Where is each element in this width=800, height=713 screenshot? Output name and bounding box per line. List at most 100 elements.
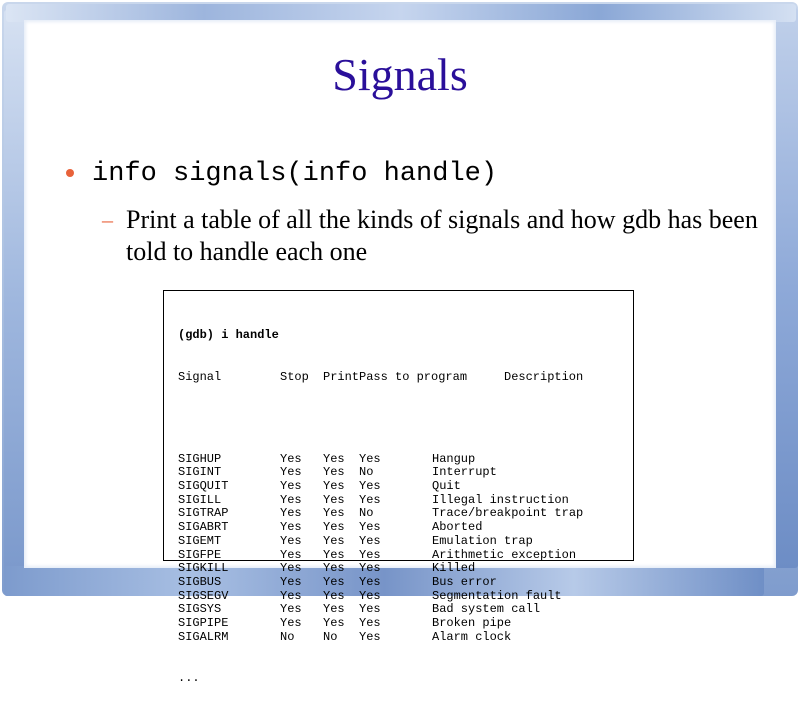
cell-description: Segmentation fault	[432, 588, 562, 603]
table-row: SIGSYS Yes Yes Yes Bad system call	[178, 603, 583, 617]
cell-stop: Yes	[280, 602, 302, 617]
cell-signal: SIGABRT	[178, 520, 229, 535]
cell-print: Yes	[323, 574, 345, 589]
slide-title: Signals	[332, 49, 468, 100]
cell-print: Yes	[323, 479, 345, 494]
cell-pass: Yes	[359, 479, 381, 494]
bullet-dot-icon	[66, 169, 74, 177]
cell-description: Emulation trap	[432, 533, 533, 548]
table-row: SIGKILL Yes Yes Yes Killed	[178, 561, 583, 576]
table-row: SIGPIPE Yes Yes Yes Broken pipe	[178, 615, 583, 631]
cell-pass: Yes	[359, 492, 381, 507]
cell-print: Yes	[323, 506, 345, 521]
cell-signal: SIGHUP	[178, 451, 222, 466]
cell-stop: Yes	[280, 561, 302, 576]
table-row: SIGILL Yes Yes Yes Illegal instruction	[178, 492, 583, 508]
cell-signal: SIGSYS	[178, 602, 222, 617]
table-header: Signal Stop PrintPass to program Descriptio…	[178, 369, 584, 385]
cell-print: Yes	[323, 520, 345, 535]
cell-pass: Yes	[359, 629, 381, 644]
cell-description: Killed	[432, 561, 476, 576]
cell-stop: Yes	[280, 547, 302, 562]
cell-stop: Yes	[280, 615, 302, 630]
cell-print: Yes	[323, 547, 345, 562]
cell-pass: Yes	[359, 615, 381, 630]
cell-pass: Yes	[359, 547, 381, 562]
cell-signal: SIGINT	[178, 465, 222, 480]
table-row: SIGFPE Yes Yes Yes Arithmetic exception	[178, 547, 583, 563]
cell-pass: Yes	[359, 588, 381, 603]
cell-pass: Yes	[359, 602, 381, 617]
cell-pass: No	[359, 465, 374, 480]
cell-stop: Yes	[280, 492, 302, 507]
cell-signal: SIGBUS	[178, 574, 222, 589]
cell-signal: SIGFPE	[178, 547, 222, 562]
cell-signal: SIGILL	[178, 492, 222, 507]
table-row: SIGSEGV Yes Yes Yes Segmentation fault	[178, 588, 583, 604]
table-row: SIGINT Yes Yes No Interrupt	[178, 466, 583, 480]
cell-stop: Yes	[280, 465, 302, 480]
header-description: Description	[504, 369, 584, 384]
cell-pass: No	[359, 506, 374, 521]
cell-print: Yes	[323, 492, 345, 507]
cell-description: Aborted	[432, 520, 483, 535]
cell-stop: Yes	[280, 451, 302, 466]
code-block: (gdb) i handle Signal Stop PrintPass to pr…	[178, 302, 583, 713]
table-row: SIGEMT Yes Yes Yes Emulation trap	[178, 533, 583, 549]
cell-stop: Yes	[280, 506, 302, 521]
cell-description: Trace/breakpoint trap	[432, 506, 584, 521]
cell-stop: Yes	[280, 588, 302, 603]
header-pass: Pass to program	[359, 369, 468, 384]
cell-signal: SIGQUIT	[178, 479, 229, 494]
cell-description: Quit	[432, 479, 461, 494]
cell-description: Alarm clock	[432, 629, 512, 644]
cell-print: Yes	[323, 533, 345, 548]
cell-description: Arithmetic exception	[432, 547, 577, 562]
table-row: SIGABRT Yes Yes Yes Aborted	[178, 520, 583, 535]
cell-pass: Yes	[359, 520, 381, 535]
cell-description: Broken pipe	[432, 615, 512, 630]
cell-print: Yes	[323, 465, 345, 480]
gdb-command: (gdb) i handle	[178, 328, 279, 343]
cell-print: Yes	[323, 588, 345, 603]
table-row: SIGTRAP Yes Yes No Trace/breakpoint trap	[178, 507, 583, 521]
cell-print: Yes	[323, 561, 345, 576]
cell-description: Interrupt	[432, 465, 497, 480]
cell-print: No	[323, 629, 338, 644]
cell-pass: Yes	[359, 451, 381, 466]
cell-signal: SIGEMT	[178, 533, 222, 548]
cell-signal: SIGALRM	[178, 629, 229, 644]
header-stop: Stop	[280, 369, 309, 384]
cell-signal: SIGSEGV	[178, 588, 229, 603]
code-box: (gdb) i handle Signal Stop PrintPass to pr…	[163, 290, 634, 684]
cell-print: Yes	[323, 615, 345, 630]
signal-rows: SIGHUP Yes Yes Yes Hangup SIGINT Yes Yes No Inter…	[178, 451, 583, 645]
cell-print: Yes	[323, 602, 345, 617]
table-row: SIGHUP Yes Yes Yes Hangup	[178, 451, 583, 467]
cell-stop: Yes	[280, 533, 302, 548]
cell-print: Yes	[323, 451, 345, 466]
table-row: SIGBUS Yes Yes Yes Bus error	[178, 574, 583, 590]
cell-signal: SIGPIPE	[178, 615, 229, 630]
header-signal: Signal	[178, 369, 222, 384]
cell-pass: Yes	[359, 533, 381, 548]
table-row: SIGQUIT Yes Yes Yes Quit	[178, 479, 583, 494]
cell-description: Bad system call	[432, 602, 541, 617]
cell-description: Hangup	[432, 451, 476, 466]
cell-description: Illegal instruction	[432, 492, 569, 507]
cell-stop: Yes	[280, 574, 302, 589]
cell-signal: SIGTRAP	[178, 506, 229, 521]
sub-bullet-text: Print a table of all the kinds of signal…	[126, 205, 758, 266]
cell-stop: No	[280, 629, 295, 644]
cell-stop: Yes	[280, 520, 302, 535]
table-row: SIGALRM No No Yes Alarm clock	[178, 629, 583, 645]
cell-description: Bus error	[432, 574, 497, 589]
dash-icon: –	[102, 207, 113, 232]
cell-signal: SIGKILL	[178, 561, 229, 576]
cell-pass: Yes	[359, 574, 381, 589]
cell-stop: Yes	[280, 479, 302, 494]
header-print: Print	[323, 369, 360, 384]
ellipsis: ...	[178, 670, 200, 685]
cell-pass: Yes	[359, 561, 381, 576]
